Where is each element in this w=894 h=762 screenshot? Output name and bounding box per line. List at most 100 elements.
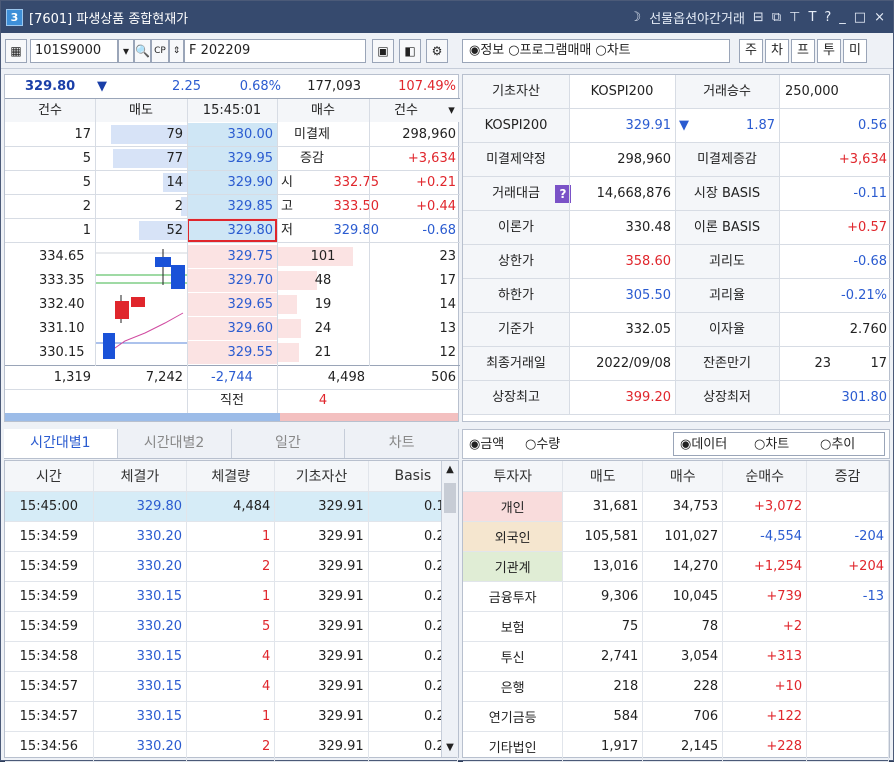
tab-stock[interactable]: 주 (739, 39, 763, 63)
ask-price[interactable]: 330.00 (187, 123, 277, 146)
tab-time1[interactable]: 시간대별1 (4, 429, 118, 458)
info-value: 358.60 (625, 254, 672, 269)
font-icon[interactable]: T (808, 10, 816, 25)
trade-row[interactable]: 15:34:57 330.15 1 329.91 0.24 (5, 701, 459, 732)
ask-info-value: 298,960 (402, 127, 456, 142)
tab-chart[interactable]: 차 (765, 39, 789, 63)
trade-row[interactable]: 15:34:59 330.20 1 329.91 0.29 (5, 521, 459, 552)
trade-cell: 15:34:59 (5, 581, 94, 612)
product-name-field[interactable]: F 202209 (184, 39, 366, 63)
investor-row[interactable]: 기관계 13,016 14,270 +1,254 +204 (463, 551, 889, 582)
tab-open-interest[interactable]: 미 (843, 39, 867, 63)
help-icon[interactable]: ? (824, 10, 831, 25)
spin-icon[interactable]: ⇕ (169, 39, 184, 63)
info-value2: 0.56 (858, 118, 887, 133)
window-layout-icon[interactable]: ◧ (399, 39, 421, 63)
investor-row[interactable]: 금융투자 9,306 10,045 +739 -13 (463, 581, 889, 612)
radio-quantity[interactable]: ○수량 (525, 433, 560, 456)
trade-row[interactable]: 15:45:00 329.80 4,484 329.91 0.11 (5, 491, 459, 522)
investor-cell: 10,045 (642, 581, 724, 612)
night-trading-label[interactable]: 선물옵션야간거래 (649, 8, 745, 27)
trade-cell: 15:34:57 (5, 701, 94, 732)
header-dropdown-icon[interactable]: ▾ (443, 99, 460, 122)
trade-cell: 329.91 (274, 581, 369, 612)
trade-row[interactable]: 15:34:58 330.15 4 329.91 0.24 (5, 641, 459, 672)
trade-row[interactable]: 15:34:59 330.20 5 329.91 0.29 (5, 611, 459, 642)
total-bid: 4,498 (327, 370, 365, 385)
trade-row[interactable]: 15:34:57 330.15 4 329.91 0.24 (5, 671, 459, 702)
night-mode-icon[interactable]: ☽ (630, 10, 642, 25)
trade-cell: 15:34:58 (5, 641, 94, 672)
close-icon[interactable]: × (874, 10, 885, 25)
maximize-icon[interactable]: □ (854, 10, 866, 25)
ask-price[interactable]: 329.95 (187, 147, 277, 170)
bid-price[interactable]: 329.75 (187, 245, 277, 268)
radio-chart2[interactable]: ○차트 (754, 433, 789, 456)
tab-chart-view[interactable]: 차트 (345, 429, 459, 458)
header-ask: 매도 (95, 99, 187, 122)
trade-row[interactable]: 15:34:59 330.15 1 329.91 0.24 (5, 581, 459, 612)
investor-row[interactable]: 투신 2,741 3,054 +313 (463, 641, 889, 672)
menu-icon[interactable]: ▦ (5, 39, 27, 63)
view-radio-group: ◉정보 ○프로그램매매 ○차트 (462, 39, 730, 63)
trade-cell: 1 (186, 701, 276, 732)
info-label: 최종거래일 (463, 347, 569, 381)
tab-daily[interactable]: 일간 (231, 429, 346, 458)
trades-scrollbar[interactable]: ▲ ▼ (441, 461, 458, 757)
investor-options-bar: ◉금액 ○수량 ◉데이터 ○차트 ○추이 (462, 429, 890, 459)
radio-amount[interactable]: ◉금액 (469, 433, 504, 456)
bid-count: 13 (439, 321, 456, 336)
investor-header-cell: 증감 (806, 461, 889, 492)
cp-toggle-icon[interactable]: CP (151, 39, 169, 63)
scroll-thumb[interactable] (444, 483, 456, 513)
layout-icon[interactable]: ⊟ (753, 10, 764, 25)
code-dropdown-icon[interactable]: ▾ (118, 39, 134, 63)
investor-panel: 투자자 매도 매수 순매수 증감 개인 31,681 34,753 +3,072 외국인 105,… (462, 460, 890, 762)
bid-price[interactable]: 329.65 (187, 293, 277, 316)
scroll-up-icon[interactable]: ▲ (442, 461, 458, 479)
investor-table: 투자자 매도 매수 순매수 증감 개인 31,681 34,753 +3,072 외국인 105,… (463, 461, 889, 762)
tab-time2[interactable]: 시간대별2 (117, 429, 232, 458)
radio-program[interactable]: ○프로그램매매 (508, 40, 591, 62)
code-input[interactable]: 101S9000 (30, 39, 118, 63)
settings-icon[interactable]: ⚙ (426, 39, 448, 63)
investor-row[interactable]: 연기금등 584 706 +122 (463, 701, 889, 732)
investor-row[interactable]: 보험 75 78 +2 (463, 611, 889, 642)
bid-price[interactable]: 329.60 (187, 317, 277, 340)
trade-row[interactable]: 15:34:56 330.20 2 329.91 0.29 (5, 731, 459, 762)
trade-row[interactable]: 15:34:59 330.20 2 329.91 0.29 (5, 551, 459, 582)
trade-cell: 15:34:59 (5, 611, 94, 642)
link-icon[interactable]: ⧉ (772, 10, 781, 25)
ask-price[interactable]: 329.85 (187, 195, 277, 218)
investor-row[interactable]: 은행 218 228 +10 (463, 671, 889, 702)
investor-cell: 은행 (463, 671, 564, 702)
scroll-down-icon[interactable]: ▼ (442, 739, 458, 757)
investor-cell: +739 (722, 581, 808, 612)
prev-value: 4 (318, 393, 328, 408)
save-layout-icon[interactable]: ▣ (372, 39, 394, 63)
bid-price[interactable]: 329.55 (187, 341, 277, 364)
search-icon[interactable]: 🔍 (134, 39, 151, 63)
investor-row[interactable]: 외국인 105,581 101,027 -4,554 -204 (463, 521, 889, 552)
radio-chart[interactable]: ○차트 (595, 40, 630, 62)
tab-program[interactable]: 프 (791, 39, 815, 63)
info-value: 329.91 (625, 118, 672, 133)
minimize-icon[interactable]: _ (839, 10, 846, 25)
trade-cell: 329.91 (274, 671, 369, 702)
radio-trend[interactable]: ○추이 (820, 433, 855, 456)
info-label2: 이자율 (675, 313, 779, 347)
ask-qty: 79 (166, 127, 183, 142)
investor-row[interactable]: 개인 31,681 34,753 +3,072 (463, 491, 889, 522)
volume-ratio: 107.49% (398, 79, 456, 94)
tab-investor[interactable]: 투 (817, 39, 841, 63)
ask-price[interactable]: 329.80 (187, 219, 277, 242)
info-label: 거래대금 (463, 177, 569, 211)
bid-count: 17 (439, 273, 456, 288)
radio-data[interactable]: ◉데이터 (680, 433, 727, 456)
info-label: 미결제약정 (463, 143, 569, 177)
ask-price[interactable]: 329.90 (187, 171, 277, 194)
investor-row[interactable]: 기타법인 1,917 2,145 +228 (463, 731, 889, 762)
bid-price[interactable]: 329.70 (187, 269, 277, 292)
pin-icon[interactable]: ⊤ (789, 10, 800, 25)
radio-info[interactable]: ◉정보 (469, 40, 504, 62)
